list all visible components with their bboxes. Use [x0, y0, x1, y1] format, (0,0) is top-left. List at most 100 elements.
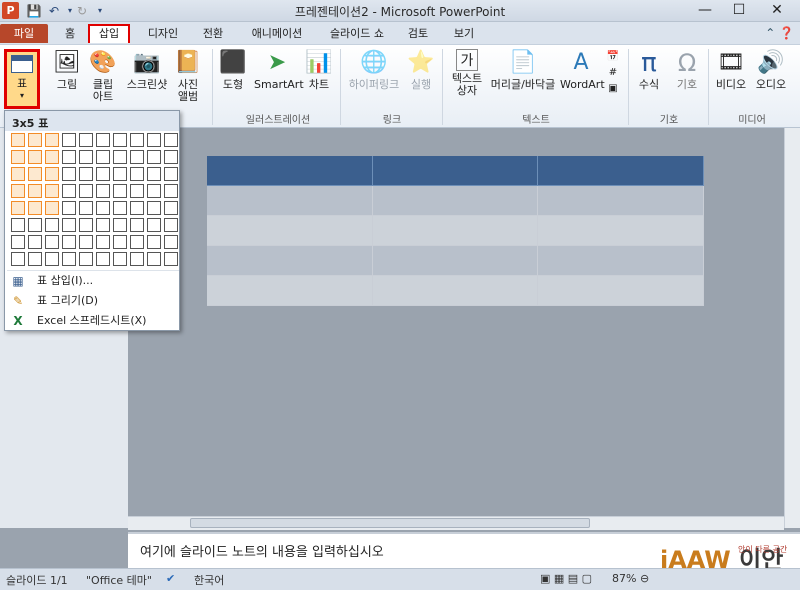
customize-qat-icon[interactable]: ▾	[92, 3, 108, 19]
tab-transitions[interactable]: 전환	[198, 24, 228, 43]
picture-button[interactable]: 🖼 그림	[52, 49, 82, 91]
table-grid-cell[interactable]	[62, 235, 76, 249]
object-icon[interactable]: ▣	[604, 81, 622, 97]
insert-table-menu-item[interactable]: ▦ 표 삽입(I)...	[7, 271, 179, 291]
table-grid-cell[interactable]	[147, 252, 161, 266]
table-grid-cell[interactable]	[96, 133, 110, 147]
table-grid-cell[interactable]	[130, 252, 144, 266]
zoom-level[interactable]: 87%	[612, 572, 636, 585]
table-button[interactable]: 표 ▾	[4, 49, 40, 109]
close-button[interactable]: ✕	[760, 0, 794, 21]
table-grid-cell[interactable]	[147, 150, 161, 164]
ribbon-collapse-help-icons[interactable]: ⌃ ❓	[765, 26, 794, 40]
table-grid-cell[interactable]	[79, 150, 93, 164]
table-grid-cell[interactable]	[130, 150, 144, 164]
table-grid-cell[interactable]	[164, 150, 178, 164]
table-grid-cell[interactable]	[79, 201, 93, 215]
table-grid-cell[interactable]	[62, 184, 76, 198]
language-indicator[interactable]: 한국어	[194, 572, 224, 588]
slide-number-icon[interactable]: #	[604, 65, 622, 81]
table-grid-cell[interactable]	[79, 218, 93, 232]
hyperlink-button[interactable]: 🌐 하이퍼링크	[344, 49, 404, 91]
table-grid-cell[interactable]	[96, 252, 110, 266]
action-button[interactable]: ⭐ 실행	[406, 49, 436, 91]
table-grid-cell[interactable]	[11, 184, 25, 198]
table-grid-cell[interactable]	[45, 252, 59, 266]
tab-review[interactable]: 검토	[404, 24, 432, 43]
table-grid-cell[interactable]	[164, 201, 178, 215]
tab-insert[interactable]: 삽입	[88, 24, 130, 43]
table-grid-cell[interactable]	[130, 133, 144, 147]
tab-home[interactable]: 홈	[58, 24, 82, 43]
table-grid-cell[interactable]	[11, 201, 25, 215]
table-grid-cell[interactable]	[28, 218, 42, 232]
table-grid-cell[interactable]	[130, 167, 144, 181]
vertical-scrollbar[interactable]	[784, 128, 800, 528]
table-grid-cell[interactable]	[96, 235, 110, 249]
table-grid-cell[interactable]	[147, 184, 161, 198]
table-grid-cell[interactable]	[45, 150, 59, 164]
table-grid-cell[interactable]	[113, 201, 127, 215]
draw-table-menu-item[interactable]: ✎ 표 그리기(D)	[7, 291, 179, 311]
table-grid-cell[interactable]	[147, 201, 161, 215]
table-grid-cell[interactable]	[96, 167, 110, 181]
text-more-buttons[interactable]: 📅 # ▣	[604, 49, 622, 97]
table-grid-cell[interactable]	[11, 133, 25, 147]
table-grid-cell[interactable]	[164, 235, 178, 249]
table-grid-cell[interactable]	[11, 218, 25, 232]
table-grid-cell[interactable]	[28, 184, 42, 198]
powerpoint-logo-icon[interactable]: P	[2, 2, 19, 19]
date-time-icon[interactable]: 📅	[604, 49, 622, 65]
table-grid-cell[interactable]	[28, 201, 42, 215]
redo-icon[interactable]: ↻	[74, 3, 90, 19]
wordart-button[interactable]: A WordArt	[560, 49, 605, 91]
table-grid-cell[interactable]	[130, 218, 144, 232]
textbox-button[interactable]: 가 텍스트 상자	[448, 49, 486, 97]
table-grid-cell[interactable]	[11, 167, 25, 181]
table-grid-cell[interactable]	[113, 252, 127, 266]
table-grid-cell[interactable]	[28, 235, 42, 249]
tab-slideshow[interactable]: 슬라이드 쇼	[326, 24, 388, 43]
equation-button[interactable]: π 수식	[632, 49, 666, 91]
table-grid-cell[interactable]	[130, 235, 144, 249]
table-grid-cell[interactable]	[96, 184, 110, 198]
undo-icon[interactable]: ↶	[46, 3, 62, 19]
tab-animations[interactable]: 애니메이션	[244, 24, 310, 43]
view-buttons[interactable]: ▣ ▦ ▤ ▢	[540, 572, 592, 585]
minimize-button[interactable]: —	[688, 0, 722, 21]
table-grid-cell[interactable]	[62, 150, 76, 164]
table-size-grid[interactable]	[10, 132, 180, 268]
table-grid-cell[interactable]	[62, 201, 76, 215]
table-grid-cell[interactable]	[130, 184, 144, 198]
tab-view[interactable]: 보기	[450, 24, 478, 43]
table-grid-cell[interactable]	[79, 133, 93, 147]
table-grid-cell[interactable]	[113, 218, 127, 232]
table-grid-cell[interactable]	[45, 201, 59, 215]
table-grid-cell[interactable]	[28, 167, 42, 181]
table-grid-cell[interactable]	[147, 235, 161, 249]
table-grid-cell[interactable]	[62, 133, 76, 147]
save-icon[interactable]: 💾	[26, 3, 42, 19]
screenshot-button[interactable]: 📷 스크린샷	[124, 49, 170, 91]
table-grid-cell[interactable]	[147, 167, 161, 181]
smartart-button[interactable]: ➤ SmartArt	[254, 49, 304, 91]
zoom-out-icon[interactable]: ⊖	[640, 572, 649, 585]
table-grid-cell[interactable]	[147, 133, 161, 147]
table-grid-cell[interactable]	[113, 235, 127, 249]
table-grid-cell[interactable]	[79, 235, 93, 249]
table-grid-cell[interactable]	[147, 218, 161, 232]
table-grid-cell[interactable]	[96, 150, 110, 164]
table-grid-cell[interactable]	[28, 150, 42, 164]
notes-placeholder[interactable]: 여기에 슬라이드 노트의 내용을 입력하십시오	[140, 541, 384, 560]
table-grid-cell[interactable]	[62, 252, 76, 266]
maximize-button[interactable]: ☐	[722, 0, 756, 21]
table-grid-cell[interactable]	[79, 184, 93, 198]
table-grid-cell[interactable]	[79, 167, 93, 181]
table-grid-cell[interactable]	[113, 184, 127, 198]
shapes-button[interactable]: ⬛ 도형	[218, 49, 248, 91]
table-grid-cell[interactable]	[130, 201, 144, 215]
table-grid-cell[interactable]	[113, 133, 127, 147]
table-grid-cell[interactable]	[11, 150, 25, 164]
table-grid-cell[interactable]	[79, 252, 93, 266]
table-grid-cell[interactable]	[164, 184, 178, 198]
